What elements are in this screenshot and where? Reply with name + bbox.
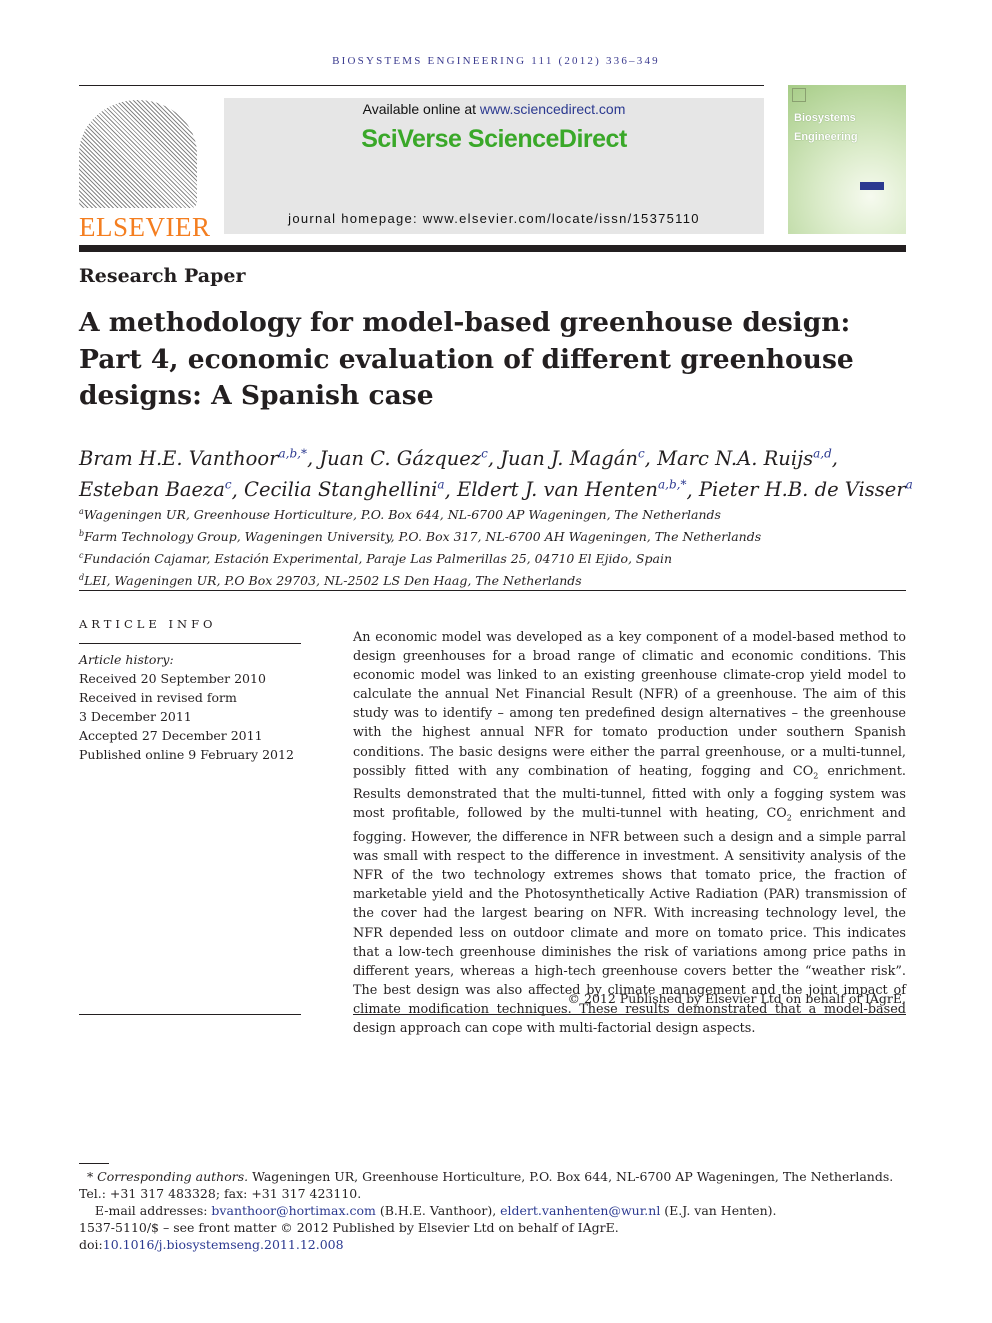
elsevier-wordmark: ELSEVIER [79,212,211,242]
history-item: Received 20 September 2010 [79,671,266,686]
author: Cecilia Stanghellinia [244,477,445,502]
paper-title: A methodology for model-based greenhouse… [79,307,854,411]
affiliations: aWageningen UR, Greenhouse Horticulture,… [79,502,761,591]
corresponding-note: * Corresponding authors. Wageningen UR, … [79,1169,894,1201]
sciencedirect-link[interactable]: www.sciencedirect.com [480,101,626,117]
author-list: Bram H.E. Vanthoora,b,*, Juan C. Gázquez… [79,446,913,502]
elsevier-logo: ELSEVIER [79,100,210,242]
history-item: Published online 9 February 2012 [79,747,294,762]
footnote-rule [79,1163,109,1164]
email-note: E-mail addresses: bvanthoor@hortimax.com… [94,1203,777,1218]
author: Juan C. Gázquezc [319,446,488,470]
author: Marc N.A. Ruijsa,d [657,446,832,470]
abstract-copyright: © 2012 Published by Elsevier Ltd on beha… [567,991,906,1006]
paper-type: Research Paper [79,265,246,287]
section-rule [79,590,906,591]
issn-note: 1537-5110/$ – see front matter © 2012 Pu… [79,1220,619,1235]
doi-link[interactable]: 10.1016/j.biosystemseng.2011.12.008 [103,1237,344,1252]
article-info-heading: ARTICLE INFO [79,617,217,631]
affiliation: cFundación Cajamar, Estación Experimenta… [79,551,672,567]
history-label: Article history: [79,652,174,667]
journal-homepage[interactable]: journal homepage: www.elsevier.com/locat… [224,211,764,226]
paper-page: BIOSYSTEMS ENGINEERING 111 (2012) 336–34… [0,0,992,1323]
sciverse-logo: SciVerse ScienceDirect [361,125,627,153]
email-link[interactable]: eldert.vanhenten@wur.nl [500,1203,660,1218]
thick-rule [79,245,906,252]
author: Esteban Baezac [79,477,232,502]
publisher-badge-icon [860,182,884,190]
running-head: BIOSYSTEMS ENGINEERING 111 (2012) 336–34… [332,55,660,67]
history-item: Accepted 27 December 2011 [79,728,263,743]
affiliation: dLEI, Wageningen UR, P.O Box 29703, NL-2… [79,573,582,589]
available-label: Available online at [362,101,480,117]
author: Juan J. Magánc [500,446,645,470]
email-link[interactable]: bvanthoor@hortimax.com [211,1203,375,1218]
available-online: Available online at www.sciencedirect.co… [224,101,764,117]
elsevier-small-icon [792,88,806,102]
affiliation: aWageningen UR, Greenhouse Horticulture,… [79,507,721,523]
history-item: 3 December 2011 [79,709,192,724]
abstract: An economic model was developed as a key… [353,630,906,1036]
author: Bram H.E. Vanthoora,b,* [79,446,307,470]
article-history: Article history: Received 20 September 2… [79,650,294,764]
tree-logo-icon [79,100,197,208]
abstract-bottom-rule [353,1014,906,1015]
affiliation: bFarm Technology Group, Wageningen Unive… [79,529,762,545]
footnotes: * Corresponding authors. Wageningen UR, … [79,1168,906,1253]
history-item: Received in revised form [79,690,237,705]
author: Pieter H.B. de Vissera [698,477,913,502]
header-rule [79,85,764,86]
info-rule [79,643,301,644]
doi-note: doi:10.1016/j.biosystemseng.2011.12.008 [79,1237,344,1252]
author: Eldert J. van Hentena,b,* [456,477,687,502]
cover-title-1: Biosystems [794,112,856,124]
sciencedirect-banner: Available online at www.sciencedirect.co… [224,98,764,234]
journal-cover: Biosystems Engineering [788,85,906,234]
info-bottom-rule [79,1014,301,1015]
cover-title-2: Engineering [794,131,858,143]
